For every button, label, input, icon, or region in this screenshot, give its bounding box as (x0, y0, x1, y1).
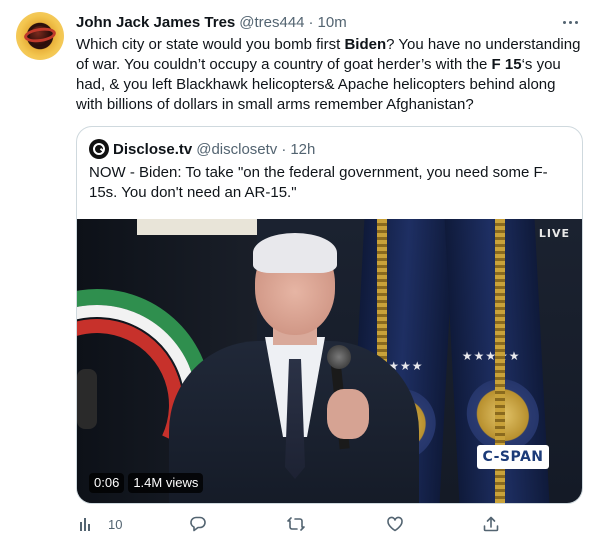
action-bar: 10 (76, 512, 526, 536)
tweet-text: Which city or state would you bomb first… (76, 36, 581, 113)
quote-header: Disclose.tv @disclosetv · 12h (89, 139, 315, 159)
video-player[interactable]: ★★★★★ ★★★★★ LIVE C-SPAN 0:06 1.4M views (77, 219, 582, 503)
quote-text: NOW - Biden: To take "on the federal gov… (89, 164, 548, 201)
live-badge: LIVE (538, 227, 570, 240)
quoted-tweet[interactable]: Disclose.tv @disclosetv · 12h NOW - Bide… (76, 126, 583, 504)
display-name[interactable]: John Jack James Tres (76, 14, 235, 31)
background-sign (137, 219, 257, 235)
avatar[interactable] (16, 12, 64, 60)
speaker-hand (327, 389, 369, 439)
retweet-button[interactable] (287, 512, 305, 536)
planet-ring (23, 25, 57, 45)
quote-timestamp[interactable]: 12h (290, 141, 315, 158)
analytics-count: 10 (108, 516, 123, 532)
quote-user-handle[interactable]: @disclosetv (196, 141, 277, 158)
reply-button[interactable] (189, 512, 207, 536)
video-views: 1.4M views (128, 473, 204, 493)
timestamp[interactable]: 10m (318, 14, 347, 31)
like-icon (387, 516, 403, 532)
cspan-logo: C-SPAN (477, 445, 549, 469)
speaker-hair (253, 233, 337, 273)
left-microphone (77, 369, 97, 429)
quote-separator-dot: · (281, 140, 287, 158)
retweet-icon (287, 517, 305, 531)
analytics-button[interactable]: 10 (78, 512, 122, 536)
share-button[interactable] (482, 512, 500, 536)
share-icon (483, 516, 499, 532)
video-stats: 0:06 1.4M views (89, 473, 204, 493)
microphone-head (327, 345, 351, 369)
quote-avatar[interactable] (89, 139, 109, 159)
tweet-header: John Jack James Tres @tres444 · 10m (76, 12, 347, 32)
reply-icon (190, 516, 206, 532)
bold-f15: F 15 (491, 56, 522, 73)
like-button[interactable] (386, 512, 404, 536)
bold-biden: Biden (344, 36, 387, 53)
quote-display-name[interactable]: Disclose.tv (113, 141, 192, 158)
separator-dot: · (308, 13, 314, 31)
user-handle[interactable]: @tres444 (239, 14, 304, 31)
analytics-icon (80, 518, 90, 531)
more-options-icon[interactable] (558, 14, 582, 30)
tweet[interactable]: John Jack James Tres @tres444 · 10m Whic… (0, 0, 598, 548)
video-duration: 0:06 (89, 473, 125, 493)
